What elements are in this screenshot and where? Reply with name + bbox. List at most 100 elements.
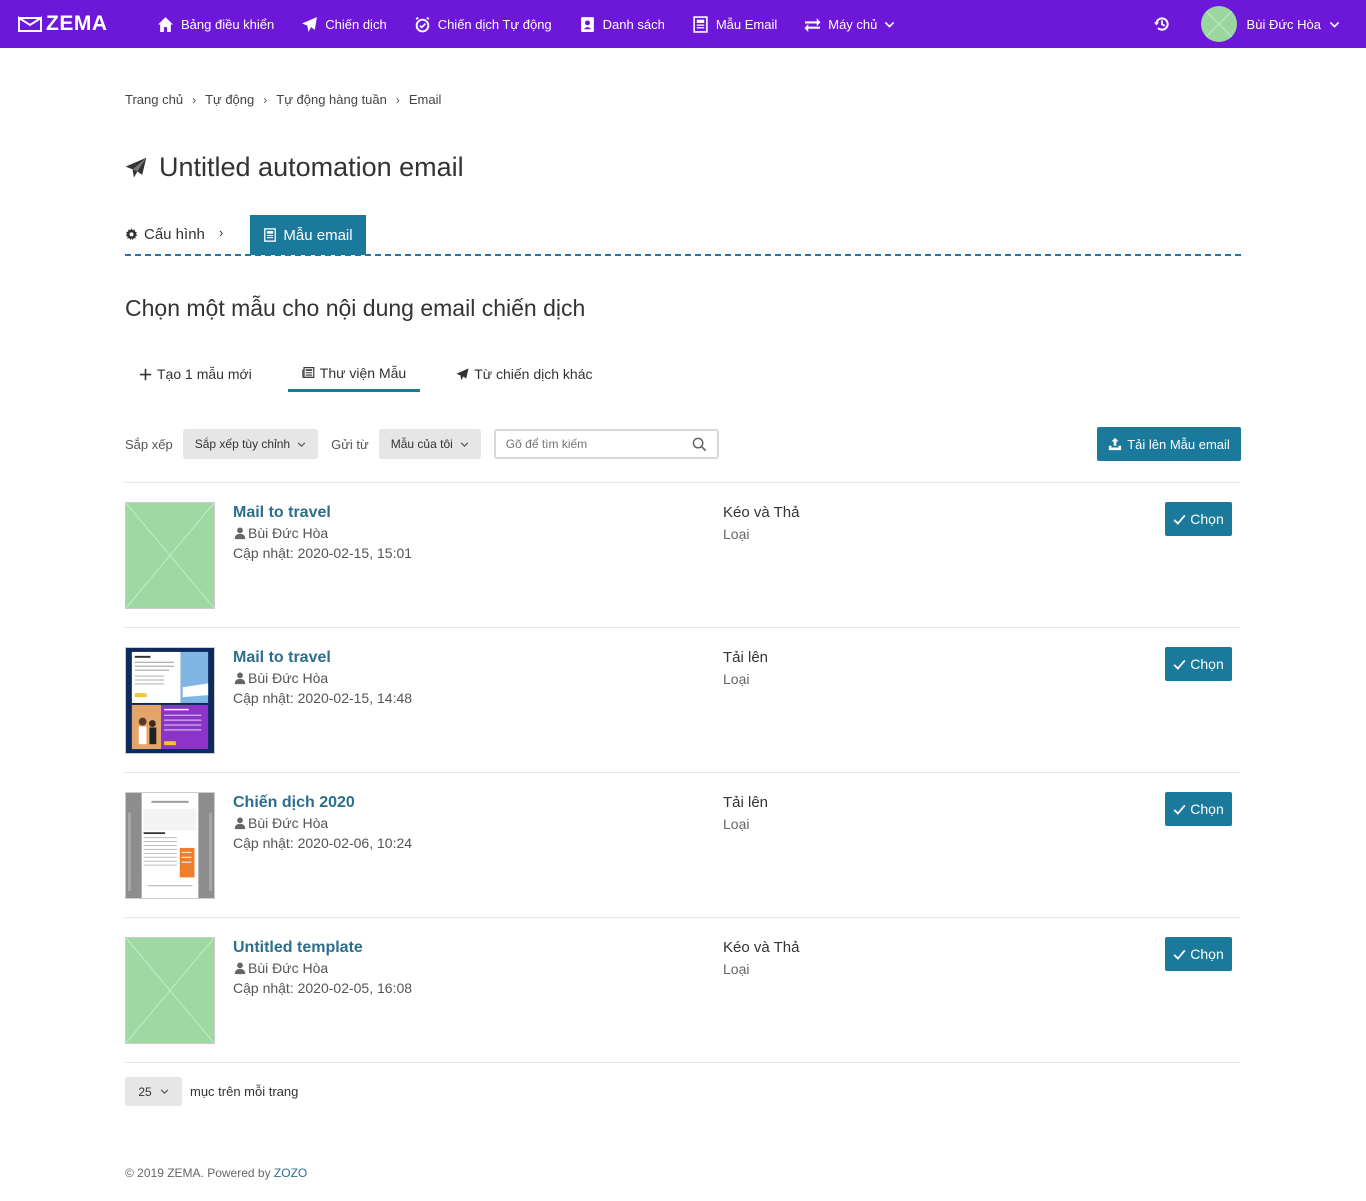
user-name[interactable]: Bùi Đức Hòa [1247,17,1321,32]
pagination: 25 mục trên mỗi trang [125,1077,298,1106]
list-item: Chiến dịch 2020 Bùi Đức Hòa Cập nhật: 20… [125,773,1241,918]
nav-item-servers[interactable]: Máy chủ [804,0,895,48]
step-config[interactable]: Cấu hình [125,226,205,243]
chevron-down-icon[interactable] [1329,19,1340,30]
check-icon [1173,804,1186,815]
tab-label: Từ chiến dịch khác [474,366,593,382]
chevron-right-icon: › [219,225,224,240]
history-icon[interactable] [1153,15,1171,33]
footer-link[interactable]: ZOZO [274,1166,307,1180]
list-item: Mail to travel Bùi Đức Hòa Cập nhật: 202… [125,483,1241,628]
thumbnail-travel[interactable] [125,647,215,754]
upload-button-label: Tải lên Mẫu email [1127,436,1230,452]
tab-other-campaign[interactable]: Từ chiến dịch khác [442,359,606,389]
section-title: Chọn một mẫu cho nội dung email chiến dị… [125,295,586,321]
sort-select[interactable]: Sắp xếp tùy chỉnh [182,429,319,459]
search-icon[interactable] [692,437,707,452]
wizard-steps: Cấu hình › Mẫu email [125,214,1241,256]
nav-item-label: Danh sách [602,16,665,32]
sort-label: Sắp xếp [125,436,173,452]
choose-button[interactable]: Chọn [1165,792,1232,826]
newspaper-icon [302,367,315,378]
envelope-logo-icon [18,16,42,32]
chevron-down-icon [460,441,469,447]
breadcrumb-automation[interactable]: Tự động [205,92,254,107]
upload-icon [1109,437,1122,451]
search-input[interactable] [505,437,686,451]
chevron-down-icon [160,1089,168,1094]
per-page-label: mục trên mỗi trang [190,1084,299,1099]
alarm-clock-icon [415,16,430,32]
template-type-label: Loại [723,526,750,542]
plus-icon [139,368,152,380]
breadcrumb-separator: › [395,92,400,107]
author-name: Bùi Đức Hòa [248,960,329,976]
author-name: Bùi Đức Hòa [248,670,329,686]
template-updated: Cập nhật: 2020-02-05, 16:08 [233,980,413,996]
chevron-down-icon [885,21,895,28]
thumbnail-placeholder[interactable] [125,937,215,1044]
contact-book-icon [580,16,594,32]
top-navbar: ZEMA Bảng điều khiển Chiến dịch Chiến dị… [0,0,1366,48]
choose-button[interactable]: Chọn [1165,502,1232,536]
template-type: Kéo và Thả [723,504,800,521]
nav-item-label: Bảng điều khiển [181,16,275,32]
check-icon [1173,949,1186,960]
per-page-select[interactable]: 25 [125,1077,182,1106]
tab-create-new[interactable]: Tạo 1 mẫu mới [125,359,266,389]
nav-item-lists[interactable]: Danh sách [579,0,665,48]
footer: © 2019 ZEMA. Powered by ZOZO [125,1166,307,1180]
filter-bar: Sắp xếp Sắp xếp tùy chỉnh Gửi từ Mẫu của… [125,427,1241,461]
choose-button-label: Chọn [1190,511,1224,527]
template-type: Tải lên [723,794,769,811]
breadcrumb-weekly[interactable]: Tự động hàng tuần [276,92,387,107]
upload-template-button[interactable]: Tải lên Mẫu email [1097,427,1241,461]
template-title[interactable]: Mail to travel [233,504,331,522]
choose-button[interactable]: Chọn [1165,647,1232,681]
logo[interactable]: ZEMA [18,12,157,36]
template-updated: Cập nhật: 2020-02-15, 14:48 [233,690,413,706]
sort-value: Sắp xếp tùy chỉnh [194,437,291,451]
template-type: Kéo và Thả [723,939,800,956]
choose-button[interactable]: Chọn [1165,937,1232,971]
breadcrumb-home[interactable]: Trang chủ [125,92,183,107]
nav-item-dashboard[interactable]: Bảng điều khiển [157,0,274,48]
step-template[interactable]: Mẫu email [250,215,366,255]
thumbnail-newsletter[interactable] [125,792,215,899]
home-icon [158,16,173,32]
template-type-label: Loại [723,961,750,977]
from-select[interactable]: Mẫu của tôi [378,429,481,459]
thumbnail-placeholder[interactable] [125,502,215,609]
avatar[interactable] [1200,6,1237,42]
list-item: Untitled template Bùi Đức Hòa Cập nhật: … [125,918,1241,1063]
user-icon [234,527,246,540]
template-updated: Cập nhật: 2020-02-15, 15:01 [233,545,413,561]
template-author: Bùi Đức Hòa [233,525,328,541]
brand-name: ZEMA [46,12,108,35]
template-title[interactable]: Untitled template [233,939,363,957]
template-title[interactable]: Mail to travel [233,649,331,667]
template-title[interactable]: Chiến dịch 2020 [233,794,355,812]
choose-button-label: Chọn [1190,946,1224,962]
template-updated: Cập nhật: 2020-02-06, 10:24 [233,835,413,851]
template-author: Bùi Đức Hòa [233,960,328,976]
user-icon [234,672,246,685]
from-value: Mẫu của tôi [390,437,453,451]
tab-library[interactable]: Thư viện Mẫu [287,359,421,392]
paper-plane-icon [302,16,318,32]
template-type-label: Loại [723,671,750,687]
user-icon [234,962,246,975]
breadcrumb-separator: › [263,92,268,107]
template-list: Mail to travel Bùi Đức Hòa Cập nhật: 202… [125,482,1241,1063]
nav-item-templates[interactable]: Mẫu Email [692,0,777,48]
step-config-label: Cấu hình [144,226,205,243]
page-title: Untitled automation email [125,152,464,183]
nav-item-campaigns[interactable]: Chiến dịch [301,0,387,48]
nav-item-label: Máy chủ [828,16,878,32]
nav-item-automation[interactable]: Chiến dịch Tự động [414,0,552,48]
author-name: Bùi Đức Hòa [248,815,329,831]
template-source-tabs: Tạo 1 mẫu mới Thư viện Mẫu Từ chiến dịch… [125,359,629,392]
nav-item-label: Chiến dịch Tự động [437,16,552,32]
paper-plane-icon [125,157,147,178]
list-item: Mail to travel Bùi Đức Hòa Cập nhật: 202… [125,628,1241,773]
